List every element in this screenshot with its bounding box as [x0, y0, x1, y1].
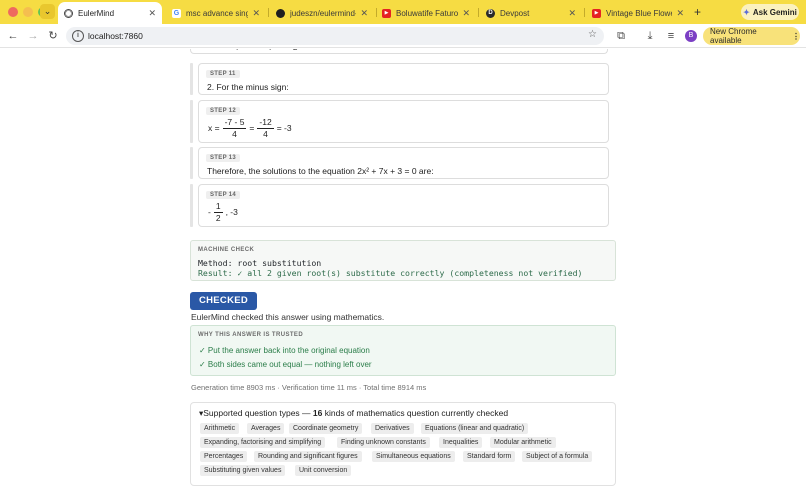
supported-types-panel: ▾Supported question types — 16 kinds of … [190, 402, 616, 486]
question-type-chip: Finding unknown constants [337, 437, 430, 448]
verdict-description: EulerMind checked this answer using math… [191, 312, 385, 322]
back-arrow-icon[interactable]: ← [6, 29, 20, 43]
step-card-12: STEP 12 x = -7 - 5 4 = -12 4 = -3 [190, 100, 609, 143]
address-bar[interactable]: i localhost:7860 ☆ [66, 27, 604, 45]
trust-reason: ✓ Put the answer back into the original … [199, 346, 370, 355]
step-label: STEP 13 [206, 154, 241, 162]
new-tab-plus-icon[interactable]: + [694, 5, 701, 19]
youtube-icon: ▶ [382, 8, 391, 18]
devpost-icon: D [486, 8, 495, 18]
question-type-chip: Modular arithmetic [490, 437, 556, 448]
forward-arrow-icon[interactable]: → [26, 29, 40, 43]
more-vert-icon: ⋮ [792, 31, 800, 41]
extensions-puzzle-icon[interactable]: ⧉ [614, 29, 628, 43]
machine-check-method: Method: root substitution [198, 258, 322, 268]
page-content: 4 4 2 STEP 11 2. For the minus sign: STE… [0, 49, 806, 504]
question-type-chip: Equations (linear and quadratic) [421, 423, 529, 434]
step-text: Therefore, the solutions to the equation… [207, 166, 434, 176]
ask-gemini-button[interactable]: ✦ Ask Gemini [741, 4, 799, 20]
question-type-chip: Averages [247, 423, 285, 434]
trust-panel: WHY THIS ANSWER IS TRUSTED ✓ Put the ans… [190, 325, 616, 376]
step-text: 2. For the minus sign: [207, 82, 289, 92]
close-tab-icon[interactable]: ✕ [568, 8, 576, 19]
tab-devpost[interactable]: D Devpost ✕ [480, 2, 582, 24]
question-type-chip: Rounding and significant figures [254, 451, 362, 462]
question-type-chip: Derivatives [371, 423, 414, 434]
step-accent-bar [190, 147, 193, 179]
step-math: - 1 2 , -3 [208, 201, 238, 223]
tab-eulermind[interactable]: ◯ EulerMind ✕ [58, 2, 162, 24]
close-tab-icon[interactable]: ✕ [676, 8, 684, 19]
checked-badge: CHECKED [190, 292, 257, 310]
youtube-icon: ▶ [592, 8, 601, 18]
new-chrome-available-button[interactable]: New Chrome available ⋮ [703, 27, 800, 45]
close-tab-icon[interactable]: ✕ [252, 8, 260, 19]
fraction: 1 2 [213, 201, 223, 223]
tab-divider [478, 8, 479, 17]
gemini-sparkle-icon: ✦ [743, 7, 750, 17]
bookmark-star-icon[interactable]: ☆ [588, 29, 597, 40]
question-type-chip: Arithmetic [200, 423, 240, 434]
browser-toolbar: ← → ↻ i localhost:7860 ☆ ⧉ ⤓ ≡ B New Chr… [0, 24, 806, 48]
github-icon [276, 8, 285, 18]
tab-divider [268, 8, 269, 17]
tab-vintage-blue[interactable]: ▶ Vintage Blue Flowers ✕ [586, 2, 690, 24]
google-icon: G [172, 8, 181, 18]
close-tab-icon[interactable]: ✕ [360, 8, 368, 19]
supported-types-toggle[interactable]: ▾Supported question types — 16 kinds of … [199, 408, 508, 419]
question-type-chip: Standard form [463, 451, 516, 462]
fraction: -12 4 [257, 117, 274, 139]
close-window-button[interactable] [8, 7, 18, 17]
site-info-icon[interactable]: i [72, 30, 84, 42]
tab-divider [584, 8, 585, 17]
question-type-chip: Subject of a formula [522, 451, 593, 462]
globe-icon: ◯ [64, 8, 73, 18]
step-accent-bar [190, 184, 193, 227]
step-card-13: STEP 13 Therefore, the solutions to the … [190, 147, 609, 179]
machine-check-result: Result: ✓ all 2 given root(s) substitute… [198, 268, 583, 278]
question-type-chip: Unit conversion [295, 465, 352, 476]
close-tab-icon[interactable]: ✕ [462, 8, 470, 19]
media-queue-icon[interactable]: ≡ [664, 29, 678, 43]
question-type-chip: Substituting given values [200, 465, 286, 476]
step-card-14: STEP 14 - 1 2 , -3 [190, 184, 609, 227]
tab-msc-advance[interactable]: G msc advance single ✕ [166, 2, 266, 24]
question-type-chip: Inequalities [439, 437, 483, 448]
clipped-step: 4 4 2 [190, 49, 608, 54]
tab-strip: ⌄ ◯ EulerMind ✕ G msc advance single ✕ j… [0, 0, 806, 24]
profile-avatar[interactable]: B [685, 30, 697, 42]
fraction: -7 - 5 4 [222, 117, 247, 139]
step-accent-bar [190, 63, 193, 95]
tab-github[interactable]: judeszn/eulermind-v ✕ [270, 2, 374, 24]
step-card-11: STEP 11 2. For the minus sign: [190, 63, 609, 95]
question-type-chip: Percentages [200, 451, 248, 462]
step-accent-bar [190, 100, 193, 143]
timing-info: Generation time 8903 ms · Verification t… [191, 383, 427, 392]
minimize-window-button[interactable] [23, 7, 33, 17]
tab-boluwatife[interactable]: ▶ Boluwatife Faturoti ✕ [376, 2, 476, 24]
url-text[interactable]: localhost:7860 [88, 31, 143, 41]
trust-reason: ✓ Both sides came out equal — nothing le… [199, 360, 372, 369]
download-icon[interactable]: ⤓ [643, 29, 657, 43]
question-type-chip: Coordinate geometry [289, 423, 363, 434]
step-label: STEP 12 [206, 107, 241, 115]
step-math: x = -7 - 5 4 = -12 4 = -3 [208, 117, 292, 139]
close-tab-icon[interactable]: ✕ [148, 8, 156, 19]
question-type-chip: Simultaneous equations [372, 451, 455, 462]
reload-icon[interactable]: ↻ [46, 29, 60, 43]
question-type-chip: Expanding, factorising and simplifying [200, 437, 326, 448]
step-label: STEP 14 [206, 191, 241, 199]
step-label: STEP 11 [206, 70, 240, 78]
machine-check-panel: MACHINE CHECK Method: root substitution … [190, 240, 616, 281]
tab-search-chevron-icon[interactable]: ⌄ [40, 4, 55, 19]
